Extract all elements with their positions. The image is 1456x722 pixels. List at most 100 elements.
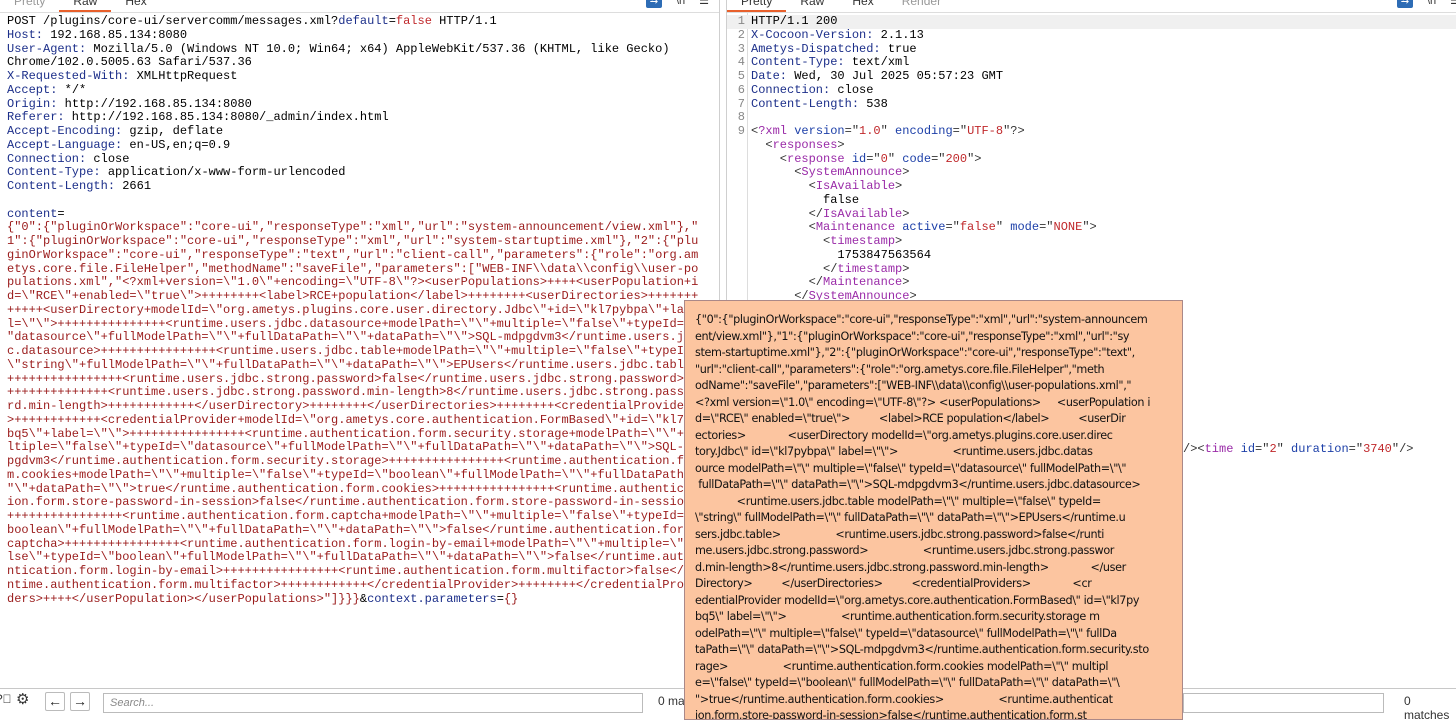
request-line: ders>++++</userPopulation></userPopulati… [7,591,698,607]
code-token: context.parameters [367,591,497,606]
gear-icon[interactable]: ⚙ [16,690,29,708]
response-viewer[interactable]: 1 HTTP/1.1 200 2 X-Cocoon-Version: 2.1.13 3 A… [727,14,1456,304]
line-number [727,153,745,167]
line-number: 8 [737,110,745,125]
code-token: "> [967,151,982,166]
wrap-lines-icon[interactable]: ⇆ [1396,0,1413,8]
tab-render[interactable]: Render [888,0,955,12]
response-line: <Maintenance active="false" mode="NONE"> [727,220,1456,235]
request-line: 1":{"pluginOrWorkspace":"core-ui","respo… [7,234,699,249]
newline-toggle-icon[interactable]: \n [676,0,685,8]
tab-hex[interactable]: Hex [111,0,160,12]
code-token: < [751,220,816,235]
code-token: "?> [1003,124,1025,138]
code-token: ion.form.store-password-in-session>false… [7,495,699,510]
response-line: 9 <?xml version="1.0" encoding="UTF-8"?> [727,124,1456,139]
code-token: Date: [751,69,788,83]
response-line: 5 Date: Wed, 30 Jul 2025 05:57:23 GMT [727,69,1456,84]
tab-raw[interactable]: Raw [59,0,112,12]
code-token: +++++<userDirectory+modelId=\"org.ametys… [7,302,699,317]
forward-arrow-button[interactable]: → [70,692,90,711]
code-token: text/xml [844,55,910,70]
request-line: POST /plugins/core-ui/servercomm/message… [7,14,698,29]
code-token: Content-Length: [7,179,116,193]
code-token: Content-Type: [751,55,845,70]
tab-raw[interactable]: Raw [786,0,838,12]
line-number [727,194,745,208]
code-token: HTTP/1.1 200 [751,14,838,28]
back-arrow-button[interactable]: ← [45,692,65,711]
code-token: Ametys-Dispatched: [751,41,881,56]
code-token: 1":{"pluginOrWorkspace":"core-ui","respo… [7,234,699,248]
help-icon[interactable]: ?⃝ [0,692,12,706]
menu-icon[interactable]: ☰ [699,0,709,8]
code-token: & [359,591,368,606]
code-token: Connection: [751,82,831,97]
request-line: l=\"\">+++++++++++++++<runtime.users.jdb… [7,317,698,332]
code-token: pulations.xml","<?xml+version=\"1.0\"+en… [7,275,699,290]
code-token: content [7,206,58,221]
request-line: X-Requested-With: XMLHttpRequest [7,69,698,84]
code-token: =" [1255,442,1270,456]
code-token: > [902,275,910,290]
code-token: true [880,41,917,56]
request-search-input[interactable]: Search... [103,693,643,713]
code-token: "> [1082,220,1097,235]
line-number [727,276,745,290]
code-token: Wed, 30 Jul 2025 05:57:23 GMT [787,69,1004,83]
code-token: ltiple=\"false\"+typeId=\"datasource\"+f… [7,440,699,455]
menu-icon[interactable]: ☰ [1450,0,1456,8]
code-token: response [787,151,845,166]
tab-pretty[interactable]: Pretty [727,0,787,12]
code-token: en-US,en;q=0.9 [122,137,231,152]
code-token: =" [866,151,881,166]
code-token: Chrome/102.0.5005.63 Safari/537.36 [7,55,252,70]
code-token: time [1204,442,1234,456]
tooltip-line: {"0":{"pluginOrWorkspace":"core-ui","res… [695,313,1148,326]
line-number: 3 [737,41,745,56]
line-number [727,139,745,153]
tooltip-line: ">true</runtime.authentication.form.cook… [695,692,1113,706]
response-search-input[interactable] [1183,693,1384,713]
code-token: =" [931,151,946,166]
code-token: > [902,165,910,180]
request-editor[interactable]: POST /plugins/core-ui/servercomm/message… [7,14,699,607]
code-token: close [86,151,130,166]
code-token: false [959,220,996,235]
code-token: < [751,165,802,180]
tooltip-line: tory.Jdbc\" id=\"kl7pybpa\" label=\"\"> … [695,445,1093,458]
code-token: rd.min-length>++++++++++++</userDirector… [7,399,699,413]
code-token: > [902,206,910,221]
request-line: boolean\"+fullModelPath=\"\"+fullDataPat… [7,523,698,538]
line-number: 4 [737,55,745,70]
code-token: IsAvailable [823,206,903,221]
code-token: " [880,124,888,138]
newline-toggle-icon[interactable]: \n [1427,0,1436,8]
code-token: " [1276,442,1284,456]
code-token: > [895,234,903,248]
code-token: lse\"+typeId=\"boolean\"+fullModelPath=\… [7,550,699,565]
code-token: < [751,179,816,193]
tooltip-line: edentialProvider modelId=\"org.ametys.co… [695,593,1140,607]
request-line: "datasource\"+fullModelPath=\"\"+fullDat… [7,330,698,345]
line-number [727,249,745,263]
tooltip-line: stem-startuptime.xml"},"2":{"pluginOrWor… [695,346,1135,359]
tooltip-line: <runtime.users.jdbc.table modelPath=\"\"… [695,494,1102,508]
request-line: Referer: http://192.168.85.134:8080/_adm… [7,110,698,125]
request-line: +++++<userDirectory+modelId=\"org.ametys… [7,302,699,318]
code-token: Accept: [7,82,58,97]
request-line: pulations.xml","<?xml+version=\"1.0\"+en… [7,275,699,290]
response-tabs: Pretty Raw Hex Render [727,0,955,12]
tab-pretty[interactable]: Pretty [0,0,59,12]
wrap-lines-icon[interactable]: ⇆ [645,0,662,8]
tab-hex[interactable]: Hex [838,0,887,12]
tooltip-line: ource modelPath=\"\" multiple=\"false\" … [695,461,1127,475]
code-token: responses [772,137,838,152]
tooltip-line: odelPath=\"\" multiple=\"false\" typeId=… [695,626,1117,640]
request-tabs: Pretty Raw Hex [0,0,161,12]
code-token: id [844,151,867,166]
code-token: UTF-8 [967,124,1004,138]
code-token: version [787,124,845,138]
code-token: < [751,151,788,166]
code-token: 538 [859,96,888,111]
